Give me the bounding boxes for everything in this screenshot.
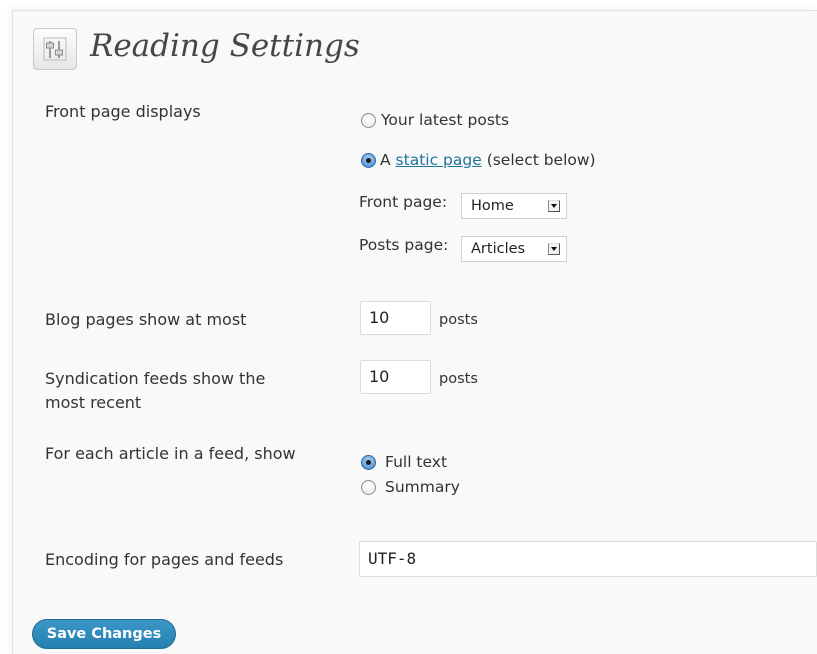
feed-article-label: For each article in a feed, show xyxy=(45,444,296,463)
syndication-label-line2: most recent xyxy=(45,393,142,412)
radio-latest-posts[interactable] xyxy=(361,113,376,128)
settings-sliders-icon xyxy=(33,28,77,70)
posts-page-select-label: Posts page: xyxy=(359,236,449,254)
posts-page-select-value: Articles xyxy=(471,241,526,257)
syndication-input[interactable]: 10 xyxy=(360,360,431,394)
page-title: Reading Settings xyxy=(90,28,360,64)
radio-static-page[interactable] xyxy=(361,153,376,168)
option-latest-posts-label: Your latest posts xyxy=(381,111,510,129)
blog-pages-input[interactable]: 10 xyxy=(360,301,431,335)
syndication-unit: posts xyxy=(439,371,478,387)
radio-summary[interactable] xyxy=(361,480,376,495)
blog-pages-label: Blog pages show at most xyxy=(45,310,247,329)
front-page-select[interactable]: Home xyxy=(461,193,567,219)
option-static-suffix: (select below) xyxy=(486,151,596,169)
encoding-input[interactable]: UTF-8 xyxy=(359,541,817,577)
dropdown-arrow-icon xyxy=(548,200,560,212)
option-summary-label: Summary xyxy=(385,478,460,496)
static-page-link[interactable]: static page xyxy=(396,151,482,169)
encoding-label: Encoding for pages and feeds xyxy=(45,550,284,569)
dropdown-arrow-icon xyxy=(548,243,560,255)
front-page-select-label: Front page: xyxy=(359,193,448,211)
posts-page-select[interactable]: Articles xyxy=(461,236,567,262)
option-full-text-label: Full text xyxy=(385,453,448,471)
blog-pages-unit: posts xyxy=(439,312,478,328)
front-page-displays-label: Front page displays xyxy=(45,102,201,121)
front-page-select-value: Home xyxy=(471,198,514,214)
radio-full-text[interactable] xyxy=(361,455,376,470)
save-changes-button[interactable]: Save Changes xyxy=(32,619,176,649)
option-static-prefix: A xyxy=(380,151,391,169)
option-static-page-label: A static page (select below) xyxy=(380,149,596,171)
syndication-label-line1: Syndication feeds show the xyxy=(45,369,266,388)
